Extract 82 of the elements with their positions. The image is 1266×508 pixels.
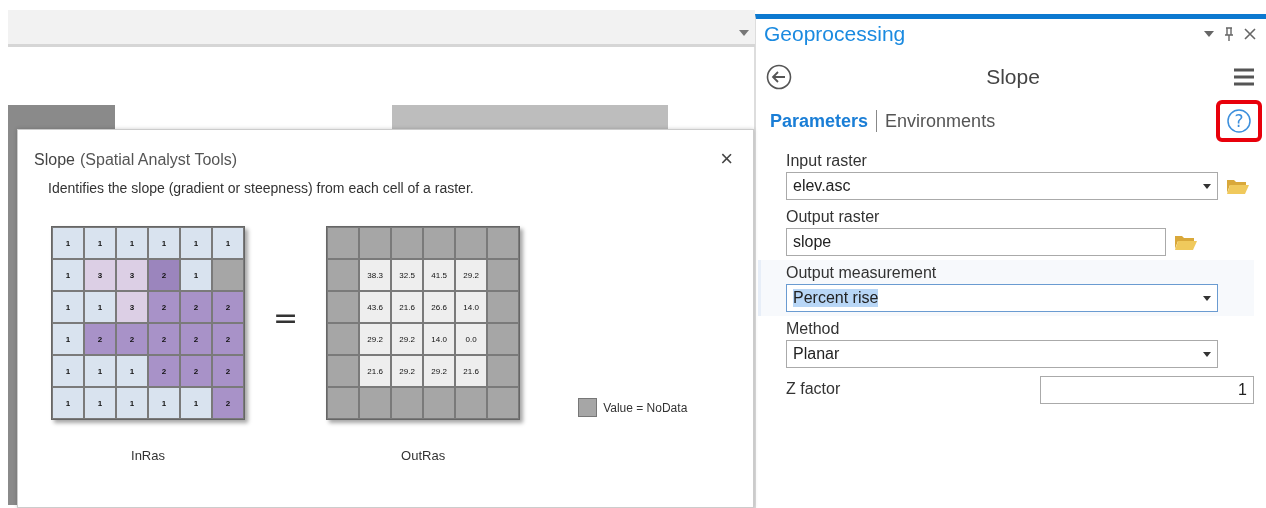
grid-cell: 29.2 (423, 355, 456, 387)
grid-cell: 1 (52, 355, 84, 387)
grid-cell: 2 (180, 323, 212, 355)
grid-cell: 2 (148, 355, 180, 387)
grid-cell: 14.0 (423, 323, 456, 355)
grid-cell: 0.0 (455, 323, 488, 355)
back-icon[interactable] (766, 64, 792, 90)
grid-cell: 41.5 (423, 259, 456, 291)
dropdown-caret-icon[interactable] (1203, 351, 1211, 357)
popup-description: Identifies the slope (gradient or steepness) from each cell of a raster. (48, 180, 475, 196)
input-field[interactable]: 1 (1040, 376, 1254, 404)
grid-cell: 2 (180, 291, 212, 323)
grid-cell: 1 (116, 387, 148, 419)
parameter-label: Output measurement (786, 264, 938, 282)
parameter-label: Output raster (786, 208, 881, 226)
equals-sign: = (273, 300, 299, 335)
grid-cell: 21.6 (391, 291, 424, 323)
grid-cell: 1 (148, 387, 180, 419)
close-button[interactable]: × (716, 148, 737, 170)
dropdown-field[interactable]: Planar (786, 340, 1218, 368)
grid-cell: 2 (212, 291, 244, 323)
grid-cell: 2 (148, 259, 180, 291)
dropdown-caret-icon[interactable] (1203, 295, 1211, 301)
pin-icon[interactable] (1224, 27, 1234, 41)
grid-cell: 1 (52, 387, 84, 419)
grid-cell: 1 (148, 227, 180, 259)
caret-icon[interactable] (1204, 31, 1214, 37)
parameter-label: Z factor (786, 380, 841, 398)
grid-cell: 2 (212, 387, 244, 419)
popup-title: Slope (Spatial Analyst Tools) (34, 149, 238, 169)
help-icon[interactable]: ? (1216, 100, 1262, 142)
dropdown-field[interactable]: Percent rise (786, 284, 1218, 312)
grid-cell: 2 (212, 323, 244, 355)
menu-icon[interactable] (1234, 68, 1254, 86)
grid-cell: 26.6 (423, 291, 456, 323)
dropdown-caret-icon[interactable] (1203, 183, 1211, 189)
grid-cell: 38.3 (359, 259, 392, 291)
grid-cell: 1 (52, 259, 84, 291)
grid-cell: 1 (180, 387, 212, 419)
parameter-label: Method (786, 320, 841, 338)
grid-cell: 2 (84, 323, 116, 355)
grid-cell: 1 (52, 323, 84, 355)
grid-cell: 29.2 (455, 259, 488, 291)
grid-cell: 2 (148, 291, 180, 323)
grid-cell: 3 (116, 259, 148, 291)
grid-cell: 3 (116, 291, 148, 323)
legend-label: Value = NoData (603, 400, 688, 415)
grid-cell: 21.6 (359, 355, 392, 387)
grid-caption: InRas (131, 448, 165, 463)
grid-cell: 1 (84, 291, 116, 323)
grid-cell: 2 (212, 355, 244, 387)
pane-title: Geoprocessing (764, 22, 906, 46)
grid-cell: 1 (52, 291, 84, 323)
tab[interactable]: Parameters (770, 110, 869, 132)
grid-caption: OutRas (401, 448, 446, 463)
grid-cell: 43.6 (359, 291, 392, 323)
tab[interactable]: Environments (885, 110, 996, 132)
grid-cell: 14.0 (455, 291, 488, 323)
grid-cell: 3 (84, 259, 116, 291)
grid-cell: 2 (148, 323, 180, 355)
grid-cell: 1 (84, 355, 116, 387)
grid-cell: 29.2 (391, 323, 424, 355)
grid-cell: 1 (180, 227, 212, 259)
grid-cell: 21.6 (455, 355, 488, 387)
grid-cell: 1 (116, 227, 148, 259)
grid-cell: 32.5 (391, 259, 424, 291)
grid-cell: 1 (84, 227, 116, 259)
input-field[interactable]: slope (786, 228, 1166, 256)
tool-name: Slope (986, 65, 1040, 89)
grid-cell: 1 (84, 387, 116, 419)
dropdown-field[interactable]: elev.asc (786, 172, 1218, 200)
grid-cell: 1 (52, 227, 84, 259)
grid-cell: 1 (116, 355, 148, 387)
caret-icon[interactable] (739, 30, 749, 36)
parameter-label: Input raster (786, 152, 868, 170)
grid-cell: 29.2 (391, 355, 424, 387)
grid-cell: 2 (116, 323, 148, 355)
grid-cell: 2 (180, 355, 212, 387)
grid-cell: 1 (212, 227, 244, 259)
close-icon[interactable] (1244, 28, 1256, 40)
grid-cell: 29.2 (359, 323, 392, 355)
grid-cell: 1 (180, 259, 212, 291)
